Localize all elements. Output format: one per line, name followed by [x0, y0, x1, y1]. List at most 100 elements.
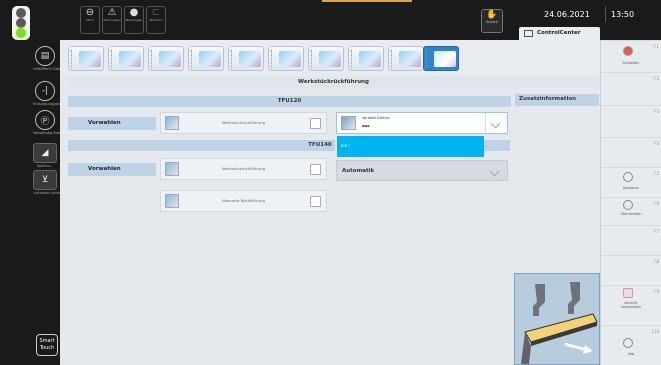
- chevron-down-icon[interactable]: [485, 113, 507, 133]
- view-tab-2[interactable]: [108, 46, 144, 71]
- dropdown-option-selected[interactable]: ein I: [337, 136, 484, 157]
- top-bar: ⊖ Fahrt ⚠ Warnungen ● Meldungen ⊏ Aktion…: [60, 0, 661, 40]
- sensor-icon: [623, 172, 633, 182]
- topbar-button-travel[interactable]: ⊖ Fahrt: [80, 6, 100, 34]
- view-thumbnail-icon: [279, 51, 301, 67]
- rotate-preselect-dropdown[interactable]: Verwahl Drehen aus: [336, 112, 508, 134]
- view-tab-1[interactable]: [68, 46, 104, 71]
- fkey-7[interactable]: F7: [601, 225, 661, 255]
- rotate-icon: [341, 116, 356, 130]
- sidebar-item-stamp[interactable]: Ⓟ Vollständig Stanze: [33, 110, 65, 135]
- divider: [271, 50, 276, 68]
- plus-minus-icon: -|: [35, 81, 55, 101]
- view-thumbnail-icon: [434, 51, 456, 67]
- view-thumbnail-icon: [319, 51, 341, 67]
- fkey-8[interactable]: F8: [601, 255, 661, 285]
- checkbox[interactable]: [310, 196, 321, 207]
- status-lamp-green: [16, 28, 26, 38]
- view-thumbnail-icon: [199, 51, 221, 67]
- view-switch-icon: [623, 288, 633, 298]
- divider: [231, 50, 236, 68]
- view-thumbnail-icon: [159, 51, 181, 67]
- fkey-view-switch[interactable]: F9 Ansicht umschalten: [601, 285, 661, 325]
- divider: [311, 50, 316, 68]
- view-thumbnail-icon: [399, 51, 421, 67]
- page-title: Werkstückrückführung: [68, 77, 599, 88]
- group-header-tfu120: TFU120: [68, 96, 511, 107]
- view-selector-strip: [60, 40, 600, 74]
- control-center-tab[interactable]: ControlCenter: [519, 27, 600, 40]
- divider: [351, 50, 356, 68]
- divider: [391, 50, 396, 68]
- mode-dropdown[interactable]: Automatik: [336, 160, 508, 181]
- mixer-icon: ⊻: [33, 170, 57, 190]
- view-tab-8[interactable]: [348, 46, 384, 71]
- view-tab-3[interactable]: [148, 46, 184, 71]
- view-tab-7[interactable]: [308, 46, 344, 71]
- checkbox[interactable]: [310, 118, 321, 129]
- divider: [111, 50, 116, 68]
- date-display: 24.06.2021: [544, 10, 590, 19]
- back-button[interactable]: ✋ Zurück: [481, 9, 503, 33]
- parking-icon: Ⓟ: [35, 110, 55, 130]
- view-tab-10-active[interactable]: [423, 46, 459, 71]
- view-thumbnail-icon: [79, 51, 101, 67]
- group-header-tfu140-right: [484, 140, 510, 151]
- fkey-overviews[interactable]: F6 Übersichten: [601, 197, 661, 225]
- time-display: 13:50: [611, 10, 635, 19]
- workpiece-return-icon: [165, 116, 179, 130]
- view-thumbnail-icon: [359, 51, 381, 67]
- view-tab-6[interactable]: [268, 46, 304, 71]
- layers-icon: ⊏: [151, 7, 161, 18]
- chevron-down-icon[interactable]: [485, 161, 507, 180]
- sidebar-item-menu[interactable]: ▤ Hilfe/Menü Global: [33, 46, 64, 71]
- divider: [426, 50, 431, 68]
- brush-icon: ◢: [33, 143, 57, 163]
- top-accent-line: [322, 0, 412, 2]
- upload-tray-icon: ▤: [35, 46, 55, 66]
- divider: [151, 50, 156, 68]
- sidebar-item-disposal[interactable]: -| Entsorgung/pos: [33, 81, 60, 106]
- additional-info-header: Zusatzinformation: [515, 94, 599, 106]
- fkey-3[interactable]: F3: [601, 105, 661, 137]
- fkey-close[interactable]: F1 Schließen: [601, 40, 661, 72]
- status-lamp-red: [16, 8, 26, 18]
- machine-illustration: [515, 274, 599, 364]
- divider: [71, 50, 76, 68]
- workpiece-return-icon: [165, 162, 179, 176]
- window-icon: [524, 30, 533, 37]
- sidebar-item-aircushion[interactable]: ⊻ Luftkissen Anlage: [33, 170, 64, 195]
- operator-icon: ●: [129, 7, 139, 18]
- option-workpiece-return-tfu120[interactable]: Werkstückrückführung: [160, 112, 327, 134]
- topbar-button-messages[interactable]: ● Meldungen: [124, 6, 144, 34]
- overview-icon: [623, 200, 633, 210]
- option-manual-return[interactable]: Manuelle Rückführung: [160, 190, 327, 212]
- option-workpiece-return-tfu140[interactable]: Werkstückrückführung: [160, 158, 327, 180]
- back-hand-icon: ✋: [486, 10, 498, 20]
- status-light-icon: [12, 6, 30, 40]
- topbar-button-warnings[interactable]: ⚠ Warnungen: [102, 6, 122, 34]
- info-icon: [623, 338, 633, 348]
- warning-triangle-icon: ⚠: [107, 7, 117, 18]
- checkbox[interactable]: [310, 164, 321, 175]
- view-thumbnail-icon: [119, 51, 141, 67]
- divider: [605, 6, 606, 22]
- fkey-4[interactable]: F4: [601, 137, 661, 167]
- machine-preview-image: [514, 273, 600, 365]
- fkey-sensors[interactable]: F5 Sensoren: [601, 167, 661, 197]
- view-tab-5[interactable]: [228, 46, 264, 71]
- view-tab-9[interactable]: [388, 46, 424, 71]
- left-sidebar: ▤ Hilfe/Menü Global -| Entsorgung/pos Ⓟ …: [0, 0, 65, 365]
- fkey-2[interactable]: F2: [601, 72, 661, 105]
- function-key-panel: F1 Schließen F2 F3 F4 F5 Sensoren F6 Übe…: [600, 40, 661, 365]
- smart-touch-button[interactable]: Smart Touch: [36, 334, 58, 356]
- main-content: Werkstückrückführung TFU120 Zusatzinform…: [60, 40, 600, 365]
- divider: [191, 50, 196, 68]
- view-tab-4[interactable]: [188, 46, 224, 71]
- close-circle-icon: [623, 46, 633, 56]
- minus-circle-icon: ⊖: [85, 7, 95, 18]
- topbar-button-actions[interactable]: ⊏ Aktionen: [146, 6, 166, 34]
- sidebar-item-columns[interactable]: ◢ Spalten...: [33, 143, 57, 168]
- preselect-label-tfu140: Vorwahlen: [68, 163, 156, 176]
- fkey-info[interactable]: F10 Info: [601, 325, 661, 365]
